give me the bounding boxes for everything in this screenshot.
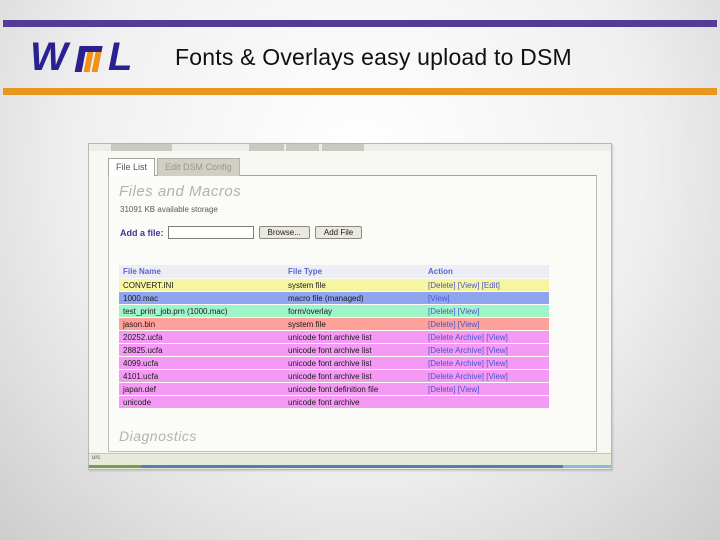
app-window: File List Edit DSM Config Files and Macr… [88,143,612,470]
action-cell[interactable]: [Delete] [View] [Edit] [424,279,549,291]
bottom-accent-bar [3,88,717,95]
progress-segment-lightblue [563,465,611,468]
table-row: japan.def unicode font definition file [De… [119,383,549,395]
file-type-cell: system file [284,318,424,330]
file-name-cell: 20252.ucfa [119,331,284,343]
action-cell[interactable]: [Delete Archive] [View] [424,357,549,369]
file-type-cell: form/overlay [284,305,424,317]
toolbar-remnant-segment [322,144,364,151]
table-row: 4101.ucfa unicode font archive list [Delet… [119,370,549,382]
file-name-cell: 28825.ucfa [119,344,284,356]
table-header-row: File Name File Type Action [119,265,549,278]
tab-file-list[interactable]: File List [108,158,156,176]
action-header: Action [424,265,549,278]
file-upload-input[interactable] [167,226,254,239]
file-table-body: CONVERT.INI system file [Delete] [View] [E… [119,279,549,408]
available-storage-text: 31091 KB available storage [120,205,218,214]
svg-text:L: L [108,35,132,79]
add-file-label: Add a file: [120,227,164,238]
file-name-cell: test_print_job.prn (1000.mac) [119,305,284,317]
table-row: CONVERT.INI system file [Delete] [View] [E… [119,279,549,291]
file-type-cell: unicode font archive list [284,370,424,382]
table-row: 20252.ucfa unicode font archive list [Dele… [119,331,549,343]
file-table: File Name File Type Action CONVERT.INI sy… [119,264,549,409]
toolbar-remnant-segment [249,144,284,151]
progress-segment-green [89,465,141,468]
file-name-cell: 1000.mac [119,292,284,304]
status-progress-line [89,465,611,468]
file-name-cell: jason.bin [119,318,284,330]
wml-logo-graphic: W L [30,35,132,79]
table-row: 28825.ucfa unicode font archive list [Dele… [119,344,549,356]
add-file-button[interactable]: Add File [314,226,363,239]
browse-button[interactable]: Browse... [258,226,310,239]
status-bar: urc [89,453,611,469]
action-cell[interactable]: [Delete] [View] [424,305,549,317]
action-cell[interactable]: [Delete] [View] [424,318,549,330]
table-row: unicode unicode font archive [119,396,549,408]
file-type-cell: unicode font archive [284,396,424,408]
file-type-cell: unicode font archive list [284,357,424,369]
tab-edit-dsm-config[interactable]: Edit DSM Config [157,158,240,176]
action-cell[interactable]: [Delete Archive] [View] [424,331,549,343]
tab-bar: File List Edit DSM Config [108,158,240,176]
action-cell[interactable]: [Delete] [View] [424,383,549,395]
action-cell[interactable]: [View] [424,292,549,304]
slide-title: Fonts & Overlays easy upload to DSM [175,44,572,70]
progress-segment-blue [141,465,563,468]
file-type-cell: unicode font archive list [284,344,424,356]
toolbar-remnant-segment [111,144,172,151]
file-name-cell: CONVERT.INI [119,279,284,291]
toolbar-remnant [89,144,611,151]
files-and-macros-heading: Files and Macros [119,183,242,200]
file-list-panel: Files and Macros 31091 KB available stor… [108,175,597,452]
wml-logo: W L [30,34,140,85]
file-name-cell: 4101.ucfa [119,370,284,382]
toolbar-remnant-segment [286,144,319,151]
file-name-cell: 4099.ucfa [119,357,284,369]
file-type-header: File Type [284,265,424,278]
file-name-cell: japan.def [119,383,284,395]
svg-text:W: W [30,35,71,79]
add-file-row: Add a file: Browse... Add File [120,226,363,239]
file-type-cell: unicode font archive list [284,331,424,343]
table-row: jason.bin system file [Delete] [View] [119,318,549,330]
file-name-header: File Name [119,265,284,278]
file-type-cell: system file [284,279,424,291]
file-type-cell: unicode font definition file [284,383,424,395]
diagnostics-heading: Diagnostics [119,428,197,444]
table-row: 4099.ucfa unicode font archive list [Delet… [119,357,549,369]
top-accent-bar [3,20,717,27]
action-cell[interactable]: [Delete Archive] [View] [424,370,549,382]
file-name-cell: unicode [119,396,284,408]
file-type-cell: macro file (managed) [284,292,424,304]
status-bar-text: urc [92,455,101,461]
action-cell[interactable]: [Delete Archive] [View] [424,344,549,356]
table-row: test_print_job.prn (1000.mac) form/overla… [119,305,549,317]
table-row: 1000.mac macro file (managed) [View] [119,292,549,304]
action-cell [424,396,549,408]
